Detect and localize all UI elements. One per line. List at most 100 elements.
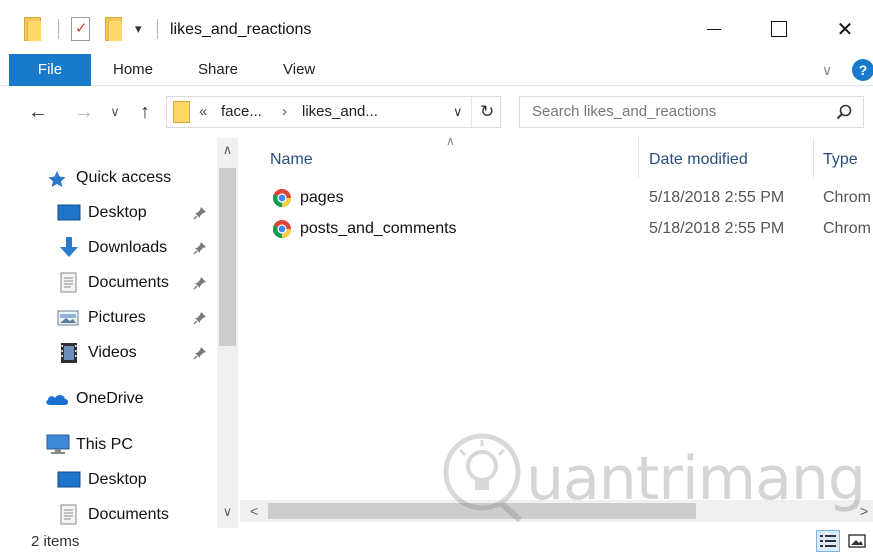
new-folder-icon[interactable] — [105, 17, 122, 41]
downloads-icon — [60, 237, 78, 257]
scroll-thumb[interactable] — [268, 503, 696, 519]
pin-icon[interactable] — [193, 311, 207, 325]
column-header-type[interactable]: Type — [823, 142, 858, 178]
tab-share[interactable]: Share — [198, 54, 238, 86]
breadcrumb-separator[interactable]: › — [282, 97, 287, 127]
nav-label: Videos — [88, 344, 137, 361]
nav-label: Desktop — [88, 204, 147, 221]
pictures-icon — [57, 310, 79, 326]
customize-toolbar-dropdown[interactable]: ▾ — [135, 19, 142, 39]
file-type: Chrom — [823, 189, 872, 206]
tab-file[interactable]: File — [9, 54, 91, 86]
documents-icon — [60, 272, 77, 293]
search-icon[interactable] — [835, 103, 853, 121]
breadcrumb-item[interactable]: face... — [221, 97, 262, 127]
window-title: likes_and_reactions — [170, 21, 312, 38]
large-icons-view-button[interactable] — [845, 530, 869, 552]
navigation-pane: Quick access Desktop Downloads Documents — [0, 138, 240, 528]
folder-icon[interactable] — [24, 17, 41, 41]
scroll-up-button[interactable]: ∧ — [217, 142, 238, 158]
onedrive-icon — [46, 395, 68, 405]
refresh-button[interactable]: ↻ — [480, 97, 494, 127]
minimize-button[interactable] — [691, 10, 737, 48]
chrome-icon — [272, 189, 291, 208]
back-button[interactable]: ← — [24, 98, 52, 126]
nav-item-videos[interactable]: Videos — [0, 338, 218, 368]
search-input[interactable]: Search likes_and_reactions — [532, 97, 716, 127]
nav-item-desktop[interactable]: Desktop — [0, 198, 218, 228]
folder-icon — [173, 101, 190, 123]
nav-label: Documents — [88, 506, 169, 523]
item-count: 2 items — [31, 533, 80, 550]
tab-view[interactable]: View — [283, 54, 315, 86]
column-divider[interactable] — [813, 138, 814, 178]
address-separator — [471, 97, 472, 127]
breadcrumb-overflow[interactable]: « — [199, 97, 207, 127]
properties-icon[interactable]: ✓ — [71, 17, 90, 41]
scroll-down-button[interactable]: ∨ — [217, 504, 238, 520]
nav-scrollbar[interactable]: ∧ ∨ — [217, 138, 238, 528]
breadcrumb-item[interactable]: likes_and... — [302, 97, 378, 127]
address-dropdown-button[interactable]: ∨ — [453, 97, 463, 127]
nav-label: Quick access — [76, 169, 172, 186]
nav-onedrive[interactable]: OneDrive — [0, 384, 218, 414]
pin-icon[interactable] — [193, 206, 207, 220]
scroll-right-button[interactable]: > — [860, 500, 868, 522]
nav-label: This PC — [76, 436, 133, 453]
title-bar: ✓ ▾ likes_and_reactions ✕ — [0, 0, 873, 54]
forward-button[interactable]: → — [70, 98, 98, 126]
search-box[interactable]: Search likes_and_reactions — [519, 96, 864, 128]
nav-label: Pictures — [88, 309, 146, 326]
nav-label: OneDrive — [76, 390, 144, 407]
details-view-icon — [820, 535, 836, 547]
nav-item-pc-documents[interactable]: Documents — [0, 500, 218, 528]
maximize-button[interactable] — [756, 10, 802, 48]
nav-item-pictures[interactable]: Pictures — [0, 303, 218, 333]
sort-indicator-icon: ∧ — [446, 134, 455, 148]
table-row[interactable]: posts_and_comments 5/18/2018 2:55 PM Chr… — [264, 215, 873, 243]
nav-item-downloads[interactable]: Downloads — [0, 233, 218, 263]
file-name: posts_and_comments — [300, 220, 457, 237]
navigation-bar: ← → ∨ ↑ « face... › likes_and... ∨ ↻ Sea… — [0, 86, 873, 138]
up-button[interactable]: ↑ — [132, 98, 158, 126]
nav-item-pc-desktop[interactable]: Desktop — [0, 465, 218, 495]
expand-ribbon-icon[interactable]: ∨ — [822, 62, 832, 79]
horizontal-scrollbar[interactable]: < > — [240, 500, 873, 522]
large-icons-view-icon — [848, 534, 866, 548]
address-bar[interactable]: « face... › likes_and... ∨ ↻ — [166, 96, 501, 128]
file-date: 5/18/2018 2:55 PM — [649, 189, 785, 206]
tab-home[interactable]: Home — [113, 54, 153, 86]
nav-this-pc[interactable]: This PC — [0, 430, 218, 460]
nav-item-documents[interactable]: Documents — [0, 268, 218, 298]
file-name: pages — [300, 189, 344, 206]
table-row[interactable]: pages 5/18/2018 2:55 PM Chrom — [264, 184, 873, 212]
toolbar-separator — [58, 19, 59, 39]
star-icon — [48, 171, 66, 187]
desktop-icon — [57, 204, 81, 221]
close-button[interactable]: ✕ — [822, 10, 868, 48]
file-type: Chrom — [823, 220, 872, 237]
ribbon: File Home Share View ∨ ? — [0, 54, 873, 86]
pin-icon[interactable] — [193, 276, 207, 290]
nav-label: Desktop — [88, 471, 147, 488]
documents-icon — [60, 504, 77, 525]
scroll-left-button[interactable]: < — [250, 500, 258, 522]
pin-icon[interactable] — [193, 241, 207, 255]
desktop-icon — [57, 471, 81, 488]
videos-icon — [61, 343, 77, 363]
column-divider[interactable] — [638, 138, 639, 178]
file-date: 5/18/2018 2:55 PM — [649, 220, 785, 237]
help-icon[interactable]: ? — [852, 59, 873, 81]
file-list: ∧ Name Date modified Type pages 5/18/201… — [240, 134, 873, 528]
scroll-thumb[interactable] — [219, 168, 236, 346]
title-separator — [157, 19, 158, 39]
details-view-button[interactable] — [816, 530, 840, 552]
nav-quick-access[interactable]: Quick access — [0, 163, 218, 193]
column-header-date-modified[interactable]: Date modified — [649, 142, 748, 178]
computer-icon — [46, 434, 70, 454]
column-header-name[interactable]: Name — [270, 142, 313, 178]
nav-label: Downloads — [88, 239, 168, 256]
pin-icon[interactable] — [193, 346, 207, 360]
chrome-icon — [272, 220, 291, 239]
recent-locations-button[interactable]: ∨ — [106, 98, 124, 126]
